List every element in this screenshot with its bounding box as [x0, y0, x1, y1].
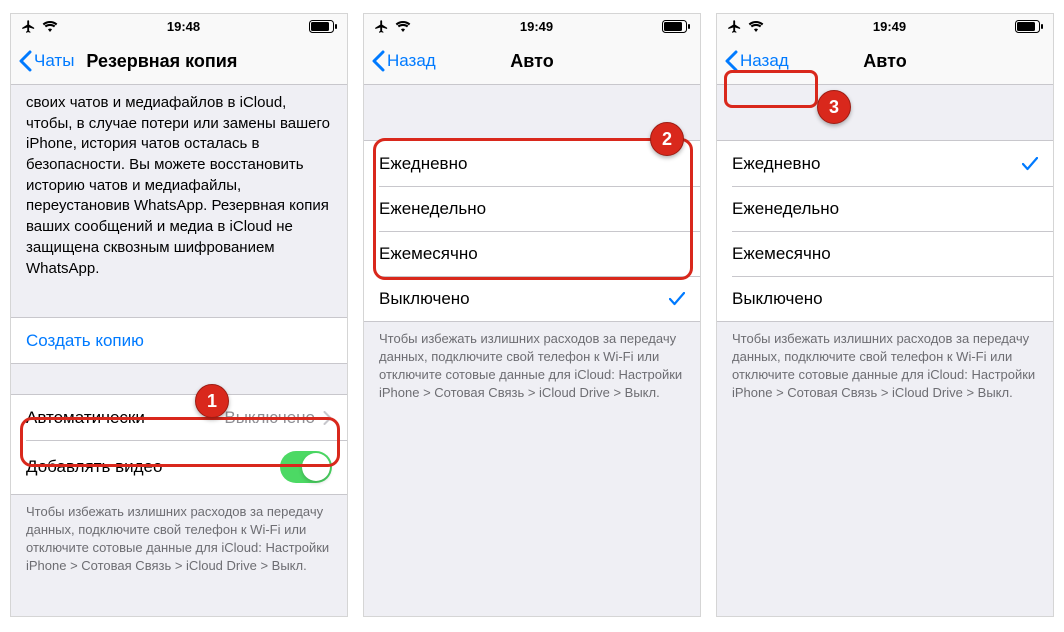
nav-bar: Назад Авто — [717, 38, 1053, 85]
status-time: 19:49 — [873, 19, 906, 34]
nav-title: Резервная копия — [86, 51, 237, 72]
create-backup-button[interactable]: Создать копию — [11, 318, 347, 363]
airplane-mode-icon — [727, 19, 742, 34]
chevron-right-icon — [315, 411, 332, 425]
status-bar: 19:49 — [364, 14, 700, 38]
option-off[interactable]: Выключено — [364, 276, 700, 321]
option-off[interactable]: Выключено — [717, 276, 1053, 321]
status-time: 19:48 — [167, 19, 200, 34]
status-bar: 19:49 — [717, 14, 1053, 38]
option-weekly[interactable]: Еженедельно — [364, 186, 700, 231]
status-time: 19:49 — [520, 19, 553, 34]
checkmark-icon — [669, 292, 685, 306]
option-monthly-label: Ежемесячно — [732, 244, 831, 264]
option-daily-label: Ежедневно — [732, 154, 820, 174]
option-weekly-label: Еженедельно — [732, 199, 839, 219]
backup-description: своих чатов и медиафайлов в iCloud, чтоб… — [11, 85, 347, 287]
status-bar: 19:48 — [11, 14, 347, 38]
screen-backup-settings: 19:48 Чаты Резервная копия своих чатов и… — [10, 13, 348, 617]
content: своих чатов и медиафайлов в iCloud, чтоб… — [11, 85, 347, 616]
option-weekly-label: Еженедельно — [379, 199, 486, 219]
nav-bar: Чаты Резервная копия — [11, 38, 347, 85]
wifi-icon — [395, 20, 411, 32]
nav-bar: Назад Авто — [364, 38, 700, 85]
auto-backup-label: Автоматически — [26, 408, 145, 428]
footer-text: Чтобы избежать излишних расходов за пере… — [717, 322, 1053, 416]
option-off-label: Выключено — [732, 289, 823, 309]
battery-icon — [1015, 20, 1043, 33]
battery-icon — [662, 20, 690, 33]
option-monthly-label: Ежемесячно — [379, 244, 478, 264]
nav-back-button[interactable]: Назад — [725, 50, 789, 72]
step-badge-1: 1 — [195, 384, 229, 418]
nav-title: Авто — [510, 51, 553, 72]
option-off-label: Выключено — [379, 289, 470, 309]
option-daily[interactable]: Ежедневно — [717, 141, 1053, 186]
chevron-left-icon — [725, 50, 738, 72]
nav-back-button[interactable]: Назад — [372, 50, 436, 72]
include-video-label: Добавлять видео — [26, 457, 162, 477]
footer-text: Чтобы избежать излишних расходов за пере… — [11, 495, 347, 589]
nav-back-label: Чаты — [34, 51, 74, 71]
option-weekly[interactable]: Еженедельно — [717, 186, 1053, 231]
airplane-mode-icon — [374, 19, 389, 34]
screen-auto-options-after: 19:49 Назад Авто Ежедневно Еженеде — [716, 13, 1054, 617]
option-daily-label: Ежедневно — [379, 154, 467, 174]
content: Ежедневно Еженедельно Ежемесячно Выключе… — [364, 85, 700, 616]
content: Ежедневно Еженедельно Ежемесячно Выключе… — [717, 85, 1053, 616]
wifi-icon — [42, 20, 58, 32]
footer-text: Чтобы избежать излишних расходов за пере… — [364, 322, 700, 416]
screen-auto-options-before: 19:49 Назад Авто Ежедневно Еженедельно Е… — [363, 13, 701, 617]
wifi-icon — [748, 20, 764, 32]
step-badge-2: 2 — [650, 122, 684, 156]
nav-title: Авто — [863, 51, 906, 72]
create-backup-label: Создать копию — [26, 331, 144, 351]
auto-backup-value: Выключено — [224, 408, 315, 428]
option-monthly[interactable]: Ежемесячно — [717, 231, 1053, 276]
nav-back-label: Назад — [740, 51, 789, 71]
airplane-mode-icon — [21, 19, 36, 34]
step-badge-3: 3 — [817, 90, 851, 124]
include-video-row: Добавлять видео — [11, 440, 347, 494]
chevron-left-icon — [372, 50, 385, 72]
checkmark-icon — [1022, 157, 1038, 171]
option-monthly[interactable]: Ежемесячно — [364, 231, 700, 276]
nav-back-label: Назад — [387, 51, 436, 71]
battery-icon — [309, 20, 337, 33]
option-daily[interactable]: Ежедневно — [364, 141, 700, 186]
auto-backup-row[interactable]: Автоматически Выключено — [11, 395, 347, 440]
include-video-toggle[interactable] — [280, 451, 332, 483]
nav-back-button[interactable]: Чаты — [19, 50, 74, 72]
chevron-left-icon — [19, 50, 32, 72]
